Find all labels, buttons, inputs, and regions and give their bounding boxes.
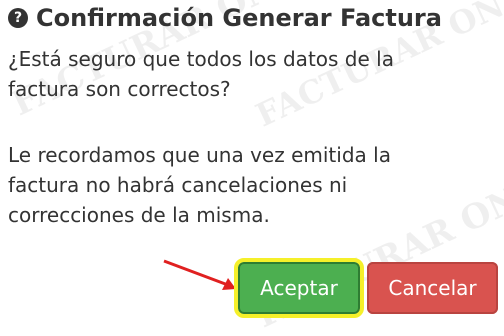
red-arrow-annotation <box>163 259 236 290</box>
question-circle-icon: ? <box>8 8 28 28</box>
dialog-title: Confirmación Generar Factura <box>36 4 442 32</box>
cancel-button[interactable]: Cancelar <box>367 262 498 314</box>
dialog-message-warning: Le recordamos que una vez emitida la fac… <box>8 143 391 227</box>
accept-button[interactable]: Aceptar <box>234 258 364 318</box>
dialog-message-question: ¿Está seguro que todos los datos de la f… <box>8 47 394 101</box>
dialog-title-row: ? Confirmación Generar Factura <box>8 4 442 32</box>
confirmation-dialog: FACTURAR ONLINE FACTURAR ONLINE FACTURAR… <box>0 0 504 336</box>
